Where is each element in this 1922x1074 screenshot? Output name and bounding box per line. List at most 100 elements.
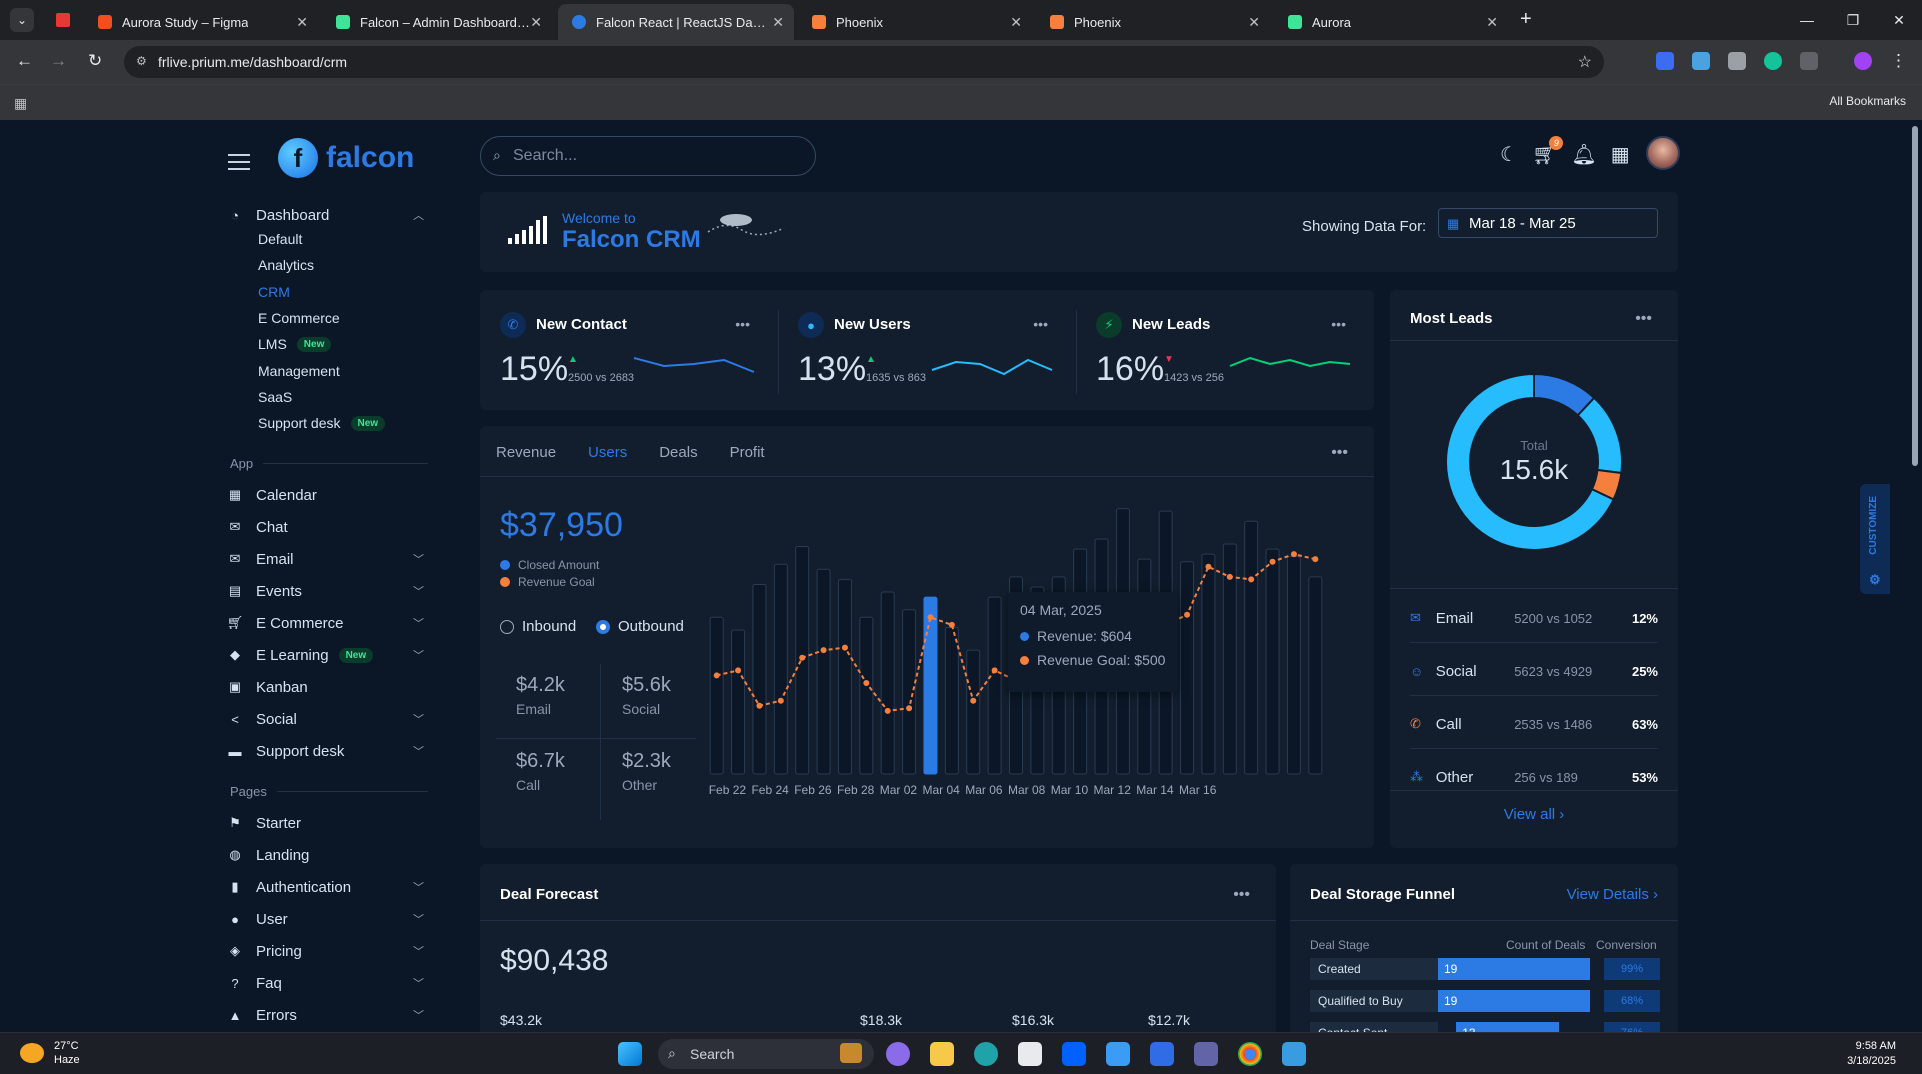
chart-bar[interactable]: [923, 596, 938, 775]
view-details-link[interactable]: View Details ›: [1567, 886, 1658, 903]
revenue-goal-point[interactable]: [948, 621, 955, 628]
close-tab-icon[interactable]: ✕: [296, 14, 308, 31]
app-icon[interactable]: [1150, 1042, 1174, 1066]
system-clock[interactable]: 9:58 AM 3/18/2025: [1847, 1039, 1896, 1069]
radio-inbound[interactable]: Inbound: [500, 618, 576, 635]
tab-search-button[interactable]: ⌄: [10, 8, 34, 32]
tab-profit[interactable]: Profit: [730, 444, 765, 461]
revenue-goal-point[interactable]: [884, 707, 891, 714]
chart-bar[interactable]: [731, 629, 746, 775]
revenue-goal-point[interactable]: [1290, 551, 1297, 558]
photos-icon[interactable]: [1282, 1042, 1306, 1066]
extension-icon[interactable]: [1692, 52, 1710, 70]
edge-icon[interactable]: [974, 1042, 998, 1066]
app-icon[interactable]: [1106, 1042, 1130, 1066]
chart-bar[interactable]: [944, 626, 959, 775]
page-scrollbar[interactable]: [1908, 120, 1922, 1032]
browser-tab[interactable]: Falcon – Admin Dashboard & W ✕: [322, 4, 552, 40]
sidebar-item-authentication[interactable]: ▮ Authentication ﹀: [228, 876, 428, 898]
chart-bar[interactable]: [816, 568, 831, 775]
revenue-goal-point[interactable]: [756, 702, 763, 709]
user-avatar[interactable]: [1646, 136, 1680, 170]
chart-bar[interactable]: [1265, 548, 1280, 775]
sidebar-item-dashboard[interactable]: ◔ Dashboard ︿: [228, 204, 428, 226]
address-bar[interactable]: ⚙ frlive.prium.me/dashboard/crm ☆: [124, 46, 1604, 78]
apps-grid-icon[interactable]: ▦: [1611, 142, 1630, 167]
chart-bar[interactable]: [709, 616, 724, 775]
sidebar-subitem-support-desk[interactable]: Support desk New: [258, 413, 386, 433]
sidebar-subitem-analytics[interactable]: Analytics: [258, 255, 314, 275]
sidebar-item-events[interactable]: ▤ Events ﹀: [228, 580, 428, 602]
store-icon[interactable]: [1018, 1042, 1042, 1066]
chart-bar[interactable]: [859, 616, 874, 775]
sidebar-item-user[interactable]: ● User ﹀: [228, 908, 428, 930]
more-options-icon[interactable]: •••: [1033, 316, 1048, 332]
reload-icon[interactable]: ↻: [88, 51, 102, 71]
close-window-icon[interactable]: ✕: [1876, 0, 1922, 40]
extensions-puzzle-icon[interactable]: [1800, 52, 1818, 70]
revenue-goal-point[interactable]: [1248, 576, 1255, 583]
browser-tab[interactable]: Phoenix ✕: [798, 4, 1032, 40]
more-options-icon[interactable]: •••: [735, 316, 750, 332]
sidebar-subitem-lms[interactable]: LMS New: [258, 334, 332, 354]
sidebar-item-email[interactable]: ✉ Email ﹀: [228, 548, 428, 570]
chart-bar[interactable]: [1308, 576, 1323, 775]
minimize-icon[interactable]: —: [1784, 0, 1830, 40]
close-tab-icon[interactable]: ✕: [530, 14, 542, 31]
radio-outbound[interactable]: Outbound: [596, 618, 684, 635]
chart-bar[interactable]: [1180, 561, 1195, 775]
close-tab-icon[interactable]: ✕: [772, 14, 784, 31]
sidebar-item-starter[interactable]: ⚑ Starter: [228, 812, 428, 834]
scrollbar-thumb[interactable]: [1912, 126, 1918, 466]
sidebar-subitem-saas[interactable]: SaaS: [258, 387, 292, 407]
extension-icon[interactable]: [1656, 52, 1674, 70]
date-range-picker[interactable]: ▦ Mar 18 - Mar 25: [1438, 208, 1658, 238]
sidebar-item-elearning[interactable]: ◆ E Learning New ﹀: [228, 644, 428, 666]
revenue-goal-point[interactable]: [1269, 558, 1276, 565]
chart-bar[interactable]: [902, 609, 917, 775]
sidebar-item-chat[interactable]: ✉ Chat: [228, 516, 428, 538]
profile-icon[interactable]: [1854, 52, 1872, 70]
sidebar-subitem-default[interactable]: Default: [258, 229, 302, 249]
revenue-goal-point[interactable]: [991, 667, 998, 674]
sidebar-subitem-ecommerce[interactable]: E Commerce: [258, 308, 340, 328]
view-all-link[interactable]: View all ›: [1390, 806, 1678, 823]
pinned-tab[interactable]: [56, 13, 70, 27]
apps-grid-icon[interactable]: ▦: [14, 95, 27, 112]
browser-tab[interactable]: Aurora ✕: [1274, 4, 1508, 40]
tab-deals[interactable]: Deals: [659, 444, 697, 461]
revenue-goal-point[interactable]: [820, 647, 827, 654]
tab-users[interactable]: Users: [588, 444, 627, 461]
browser-tab[interactable]: Phoenix ✕: [1036, 4, 1270, 40]
taskbar-search[interactable]: ⌕ Search: [658, 1039, 874, 1069]
chart-bar[interactable]: [1286, 556, 1301, 775]
sidebar-item-pricing[interactable]: ◈ Pricing ﹀: [228, 940, 428, 962]
copilot-icon[interactable]: [886, 1042, 910, 1066]
revenue-goal-point[interactable]: [1205, 563, 1212, 570]
chart-bar[interactable]: [773, 563, 788, 775]
more-options-icon[interactable]: •••: [1331, 316, 1346, 332]
forward-icon[interactable]: →: [50, 51, 67, 71]
restore-icon[interactable]: ❐: [1830, 0, 1876, 40]
site-info-icon[interactable]: ⚙: [136, 54, 147, 68]
sidebar-item-kanban[interactable]: ▣ Kanban: [228, 676, 428, 698]
falcon-logo[interactable]: f falcon: [278, 138, 414, 178]
tab-revenue[interactable]: Revenue: [496, 444, 556, 461]
windows-start-icon[interactable]: [618, 1042, 642, 1066]
hamburger-menu-icon[interactable]: [228, 154, 250, 170]
chart-bar[interactable]: [1244, 520, 1259, 775]
revenue-goal-point[interactable]: [1312, 556, 1319, 563]
sidebar-item-landing[interactable]: ◍ Landing: [228, 844, 428, 866]
more-options-icon[interactable]: •••: [1233, 886, 1250, 904]
revenue-goal-point[interactable]: [970, 697, 977, 704]
more-options-icon[interactable]: •••: [1635, 310, 1652, 328]
revenue-goal-point[interactable]: [1226, 573, 1233, 580]
more-options-icon[interactable]: •••: [1331, 444, 1348, 462]
bookmark-star-icon[interactable]: ☆: [1578, 52, 1592, 72]
revenue-goal-point[interactable]: [863, 680, 870, 687]
all-bookmarks[interactable]: All Bookmarks: [1829, 94, 1906, 108]
sidebar-item-social[interactable]: < Social ﹀: [228, 708, 428, 730]
notification-bell-icon[interactable]: 🔔︎: [1571, 142, 1596, 167]
close-tab-icon[interactable]: ✕: [1010, 14, 1022, 31]
chart-bar[interactable]: [1201, 553, 1216, 775]
